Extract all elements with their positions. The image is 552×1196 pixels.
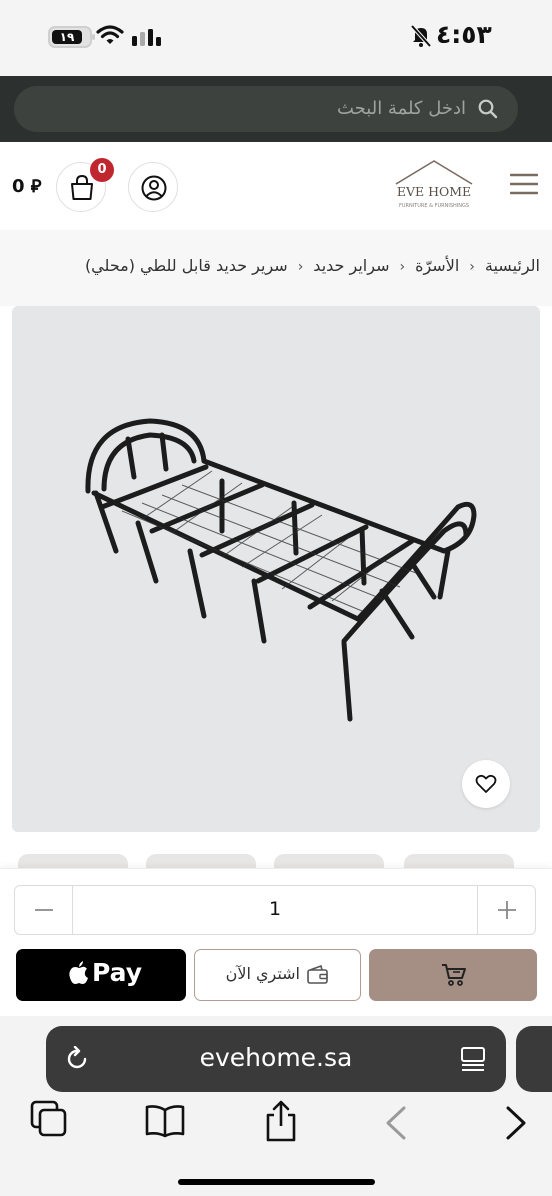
breadcrumb-item-beds[interactable]: الأسرّة xyxy=(415,256,459,275)
forward-icon[interactable] xyxy=(504,1106,528,1140)
battery-level: ١٩ xyxy=(52,30,82,44)
next-tab-preview[interactable] xyxy=(516,1026,552,1092)
bell-muted-icon xyxy=(410,24,432,48)
site-header: 0 ⃁ 0 EVE HOME FURNITURE & FURNISHINGS xyxy=(0,142,552,230)
back-icon[interactable] xyxy=(384,1106,408,1140)
reader-mode-icon[interactable] xyxy=(460,1046,486,1072)
buy-now-button[interactable]: اشتري الآن xyxy=(194,949,361,1001)
home-indicator xyxy=(178,1179,375,1185)
battery-icon: ١٩ xyxy=(48,26,95,48)
cart-count-badge: 0 xyxy=(90,158,114,182)
url-text: evehome.sa xyxy=(199,1043,353,1072)
breadcrumb-item-iron-beds[interactable]: سراير حديد xyxy=(313,256,389,275)
search-input[interactable]: ادخل كلمة البحث xyxy=(14,86,518,132)
bookmarks-icon[interactable] xyxy=(144,1104,186,1138)
hamburger-menu-icon[interactable] xyxy=(510,172,538,196)
status-bar: ١٩ ٤:٥٣ xyxy=(0,0,552,76)
chevron-icon: ‹ xyxy=(399,259,406,275)
apple-icon xyxy=(69,961,88,984)
breadcrumb: الرئيسية ‹ الأسرّة ‹ سراير حديد ‹ سرير حديد قا… xyxy=(0,230,552,306)
search-header: ادخل كلمة البحث xyxy=(0,76,552,142)
wallet-icon xyxy=(307,965,328,984)
search-icon xyxy=(478,99,498,119)
quantity-increase-button[interactable] xyxy=(477,886,535,934)
cart-total: 0 ⃁ xyxy=(12,176,42,197)
address-bar[interactable]: evehome.sa xyxy=(46,1026,506,1092)
chevron-icon: ‹ xyxy=(469,259,475,275)
page: ١٩ ٤:٥٣ ادخل كلمة البحث xyxy=(0,0,552,1196)
account-button[interactable] xyxy=(128,162,178,212)
heart-icon xyxy=(475,774,497,793)
product-image[interactable] xyxy=(12,306,540,832)
signal-icon xyxy=(132,29,161,46)
logo-title: EVE HOME xyxy=(397,184,471,199)
search-placeholder: ادخل كلمة البحث xyxy=(336,98,466,119)
quantity-value[interactable]: 1 xyxy=(73,898,477,920)
chevron-icon: ‹ xyxy=(297,259,304,275)
folding-bed-image xyxy=(85,418,477,722)
logo-roof-icon: EVE HOME FURNITURE & FURNISHINGS xyxy=(395,160,473,209)
share-icon[interactable] xyxy=(264,1100,298,1142)
add-to-cart-button[interactable] xyxy=(369,949,537,1001)
clock: ٤:٥٣ xyxy=(436,20,492,49)
buy-now-label: اشتري الآن xyxy=(225,964,300,983)
quantity-decrease-button[interactable] xyxy=(15,886,73,934)
tabs-icon[interactable] xyxy=(30,1100,68,1138)
purchase-panel: 1 Pay اشتري الآن xyxy=(0,868,552,1016)
wifi-icon xyxy=(96,25,124,44)
wishlist-button[interactable] xyxy=(462,760,510,808)
apple-pay-label: Pay xyxy=(92,958,143,987)
logo-subtitle: FURNITURE & FURNISHINGS xyxy=(399,203,469,209)
breadcrumb-item-home[interactable]: الرئيسية xyxy=(485,256,540,275)
apple-pay-button[interactable]: Pay xyxy=(16,949,186,1001)
quantity-stepper: 1 xyxy=(14,885,536,935)
minus-icon xyxy=(35,909,53,911)
thumbnail-strip xyxy=(0,832,552,876)
site-logo[interactable]: EVE HOME FURNITURE & FURNISHINGS xyxy=(392,158,476,214)
breadcrumb-item-current: سرير حديد قابل للطي (محلي) xyxy=(84,256,288,275)
user-icon xyxy=(141,175,167,201)
cart-icon xyxy=(442,964,466,986)
plus-icon xyxy=(498,901,516,919)
